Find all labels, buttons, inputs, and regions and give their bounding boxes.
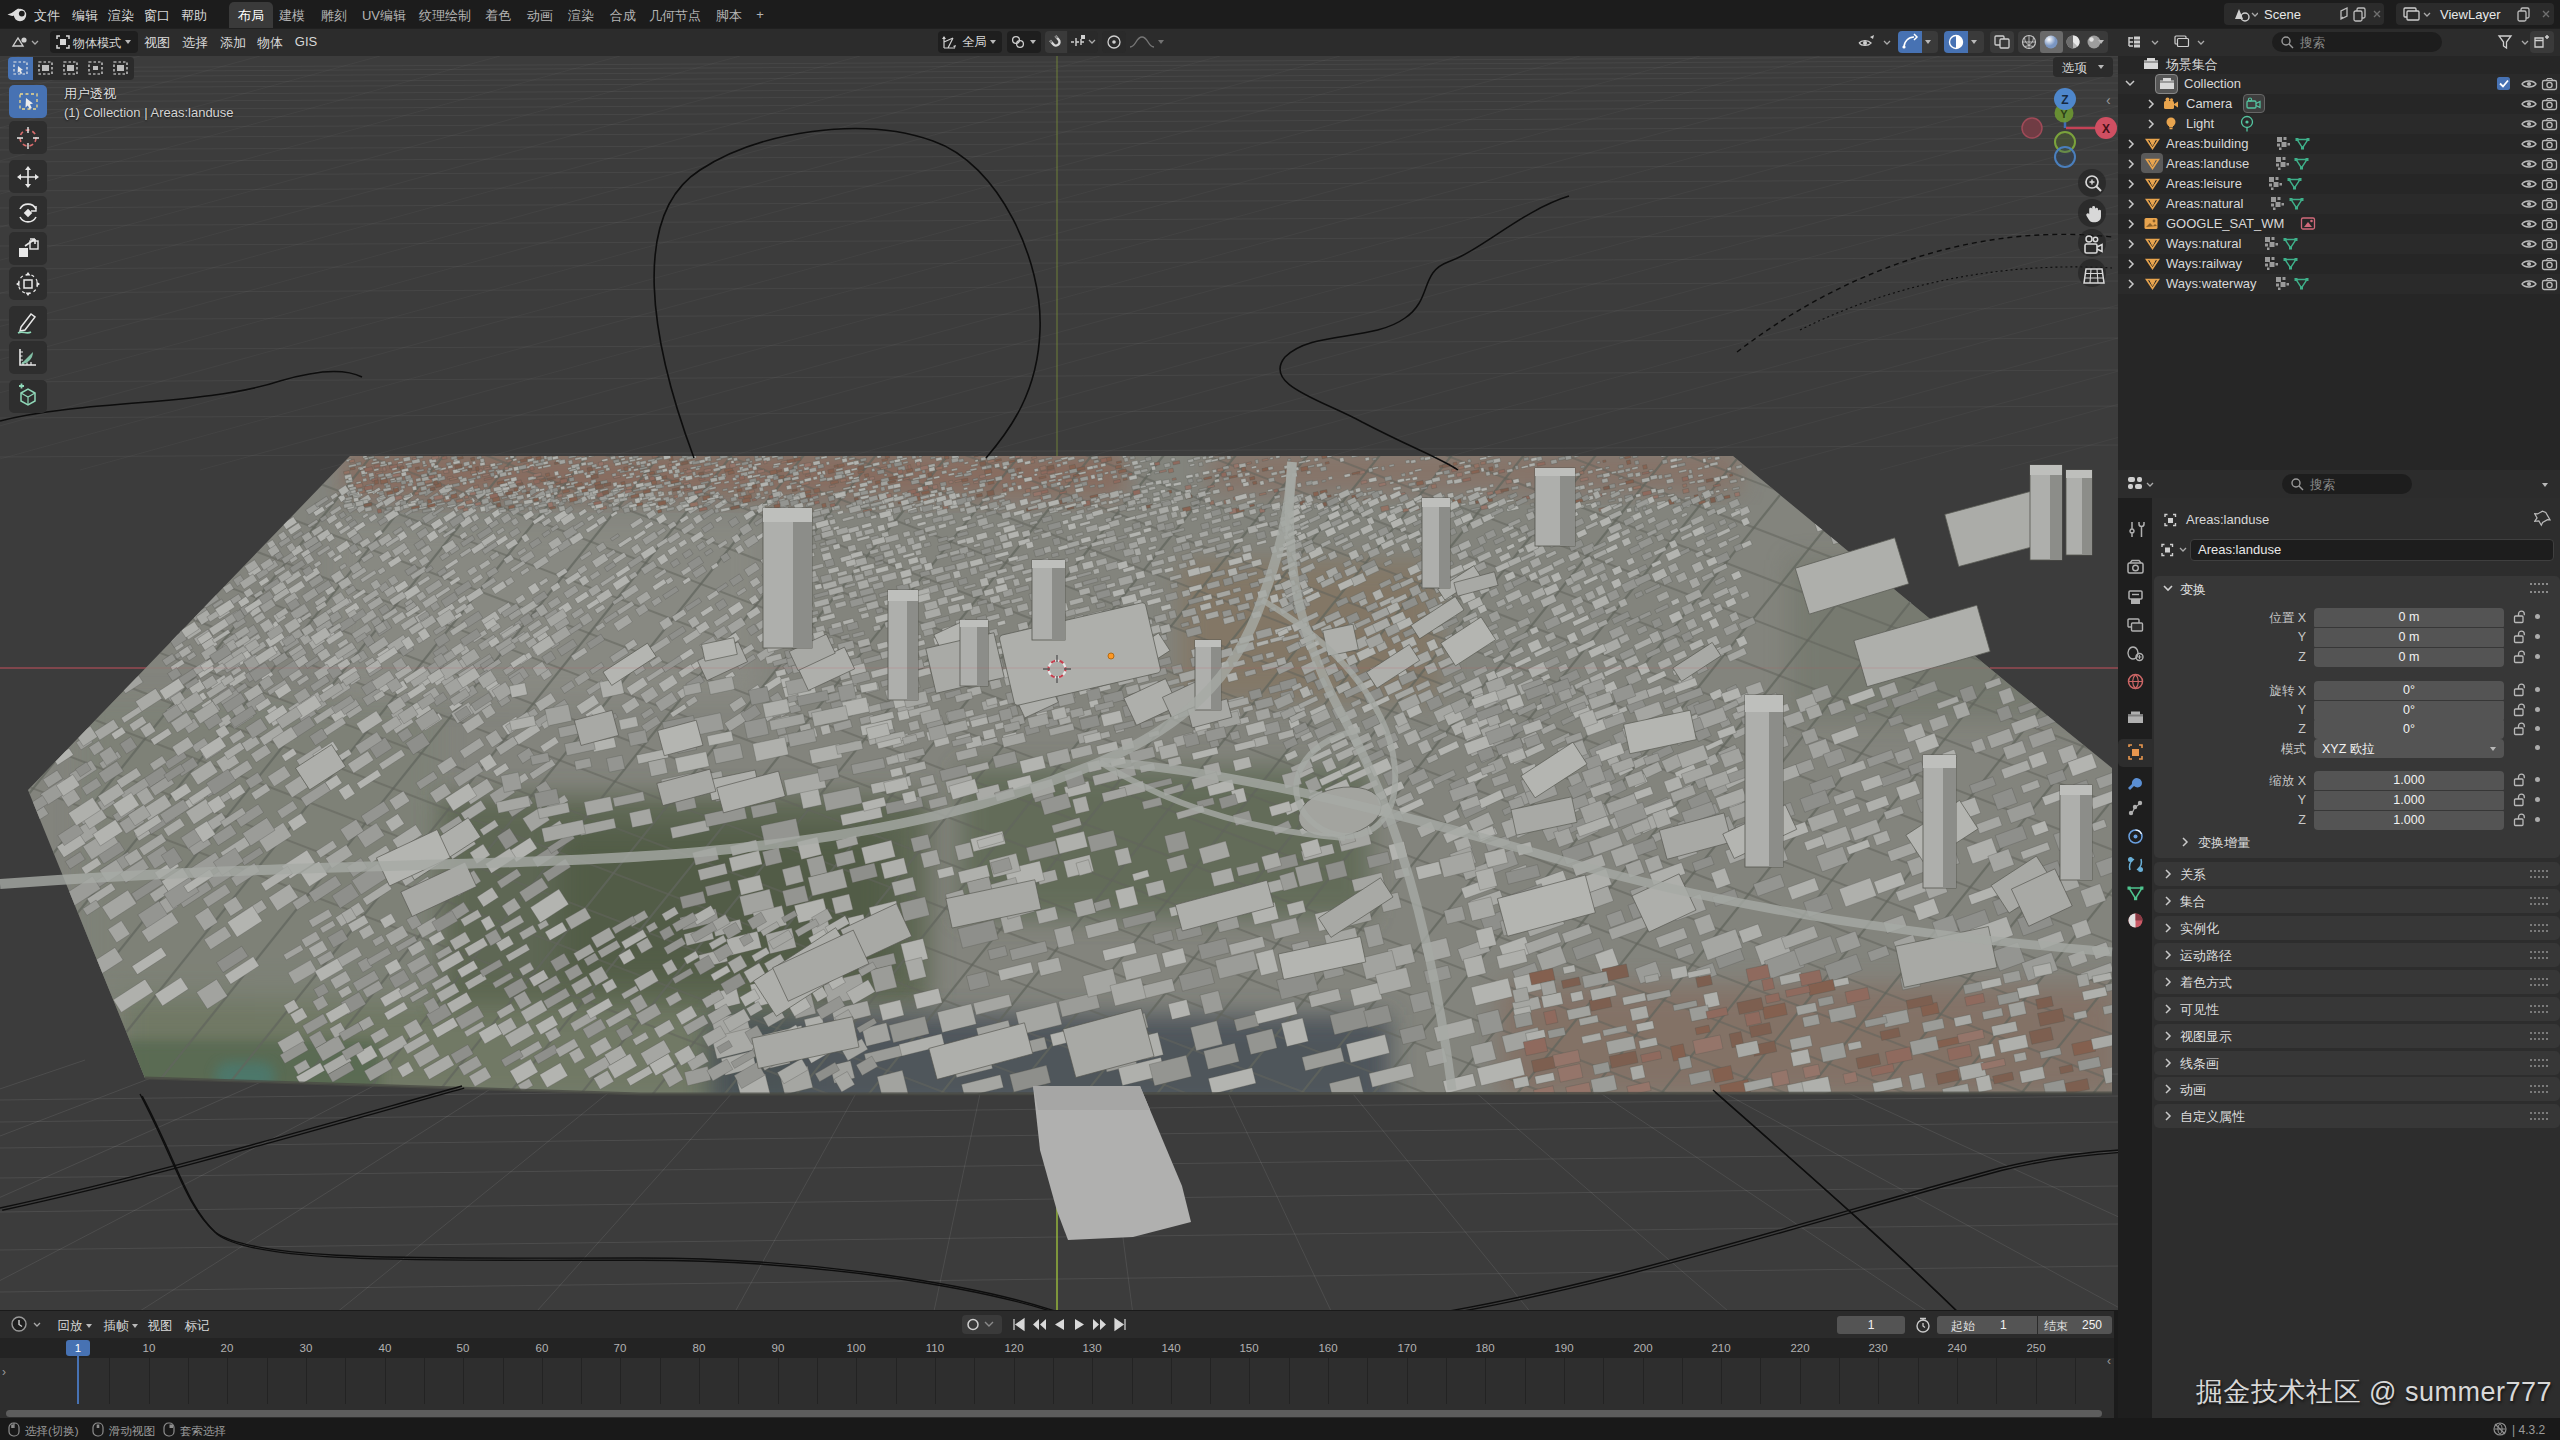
- svg-text:Y: Y: [2060, 108, 2068, 120]
- svg-text:X: X: [2102, 122, 2110, 136]
- svg-text:Z: Z: [2061, 93, 2068, 107]
